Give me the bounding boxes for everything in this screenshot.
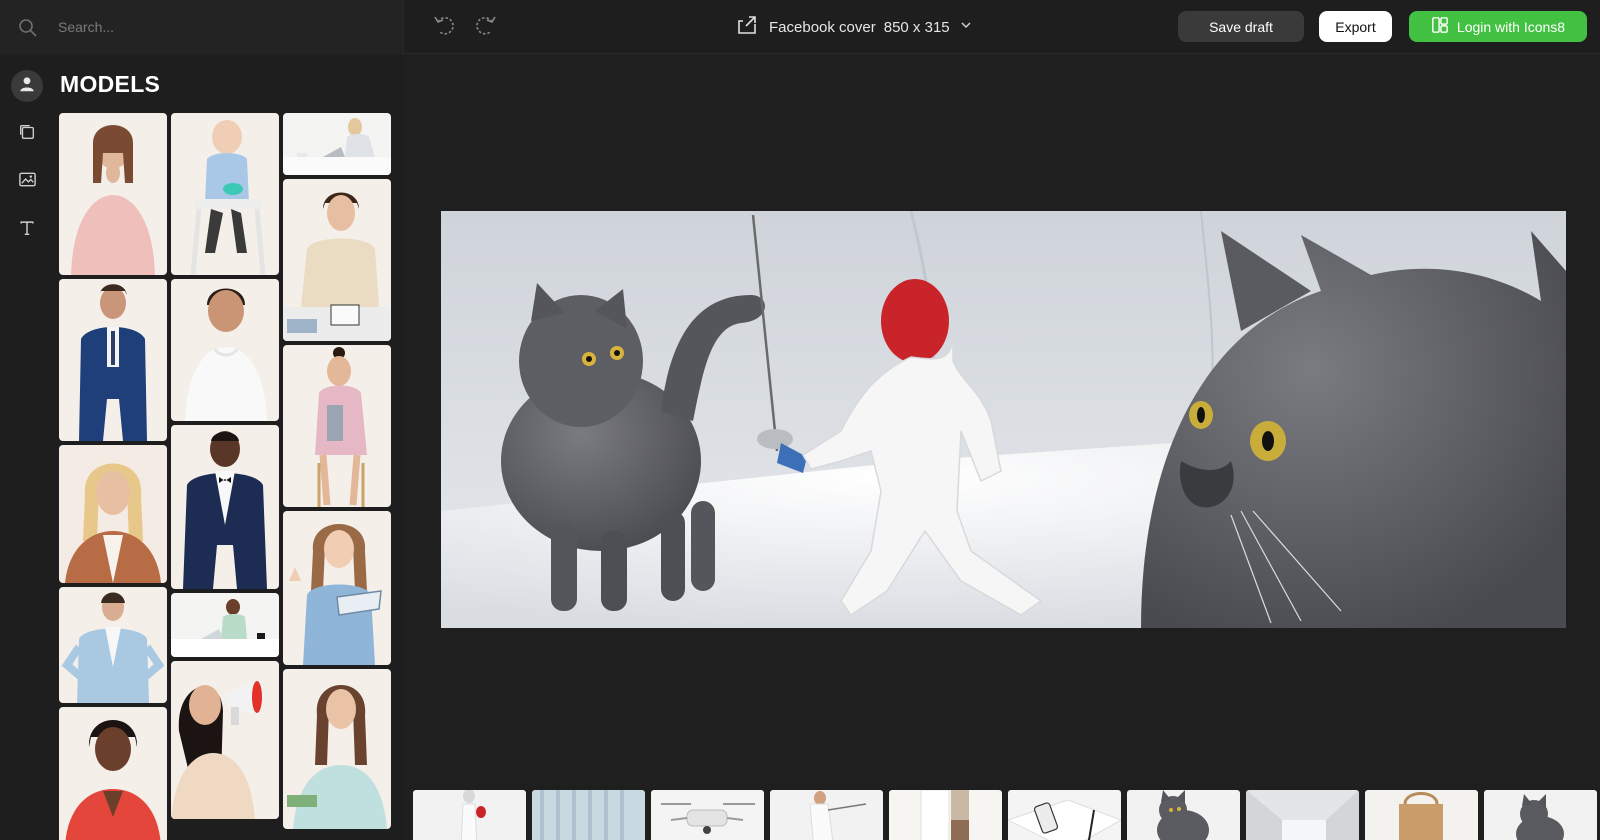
model-tile[interactable] <box>171 279 279 421</box>
save-draft-button[interactable]: Save draft <box>1178 11 1304 42</box>
model-tile[interactable] <box>283 669 391 829</box>
image-icon <box>18 170 37 194</box>
canvas-area <box>405 55 1600 777</box>
model-tile[interactable] <box>171 425 279 589</box>
share-resize-icon <box>735 13 759 42</box>
model-tile[interactable] <box>171 593 279 657</box>
strip-item[interactable] <box>889 790 1002 840</box>
strip-item[interactable] <box>770 790 883 840</box>
search-bar <box>0 0 404 54</box>
search-input[interactable] <box>58 14 378 40</box>
format-name: Facebook cover <box>769 18 876 36</box>
model-tile[interactable] <box>59 707 167 840</box>
rail-item-models[interactable] <box>11 70 43 102</box>
model-tile[interactable] <box>59 587 167 703</box>
model-tile[interactable] <box>283 113 391 175</box>
model-tile[interactable] <box>283 179 391 341</box>
model-tile[interactable] <box>59 113 167 275</box>
redo-button[interactable] <box>472 13 500 41</box>
rail-item-text[interactable] <box>11 214 43 246</box>
rail-item-backgrounds[interactable] <box>11 166 43 198</box>
undo-button[interactable] <box>430 13 458 41</box>
model-tile[interactable] <box>59 279 167 441</box>
layers-icon <box>18 123 36 146</box>
undo-icon <box>432 13 456 42</box>
icons8-logo-icon <box>1431 16 1449 37</box>
strip-item[interactable] <box>1484 790 1597 840</box>
login-label: Login with Icons8 <box>1456 18 1566 35</box>
strip-item[interactable] <box>1365 790 1478 840</box>
model-tile[interactable] <box>283 511 391 665</box>
strip-item[interactable] <box>532 790 645 840</box>
redo-icon <box>474 13 498 42</box>
chevron-down-icon <box>960 18 972 36</box>
text-icon <box>18 219 36 242</box>
strip-item[interactable] <box>1127 790 1240 840</box>
format-size: 850 x 315 <box>883 18 950 36</box>
model-tile[interactable] <box>59 445 167 583</box>
strip-item[interactable] <box>1008 790 1121 840</box>
strip-item[interactable] <box>651 790 764 840</box>
top-toolbar: Facebook cover 850 x 315 Save draft Expo… <box>0 0 1600 54</box>
panel-title: MODELS <box>60 71 161 97</box>
cover-image[interactable] <box>441 211 1566 628</box>
strip-item[interactable] <box>413 790 526 840</box>
format-selector[interactable]: Facebook cover 850 x 315 <box>735 12 972 42</box>
model-tile[interactable] <box>171 113 279 275</box>
search-icon <box>18 18 38 38</box>
left-rail <box>0 55 54 840</box>
backgrounds-strip <box>405 778 1600 840</box>
model-tile[interactable] <box>171 661 279 819</box>
rail-item-layers[interactable] <box>11 118 43 150</box>
model-tile[interactable] <box>283 345 391 507</box>
export-button[interactable]: Export <box>1319 11 1392 42</box>
user-icon <box>18 75 36 98</box>
login-button[interactable]: Login with Icons8 <box>1409 11 1587 42</box>
strip-item[interactable] <box>1246 790 1359 840</box>
models-panel: MODELS <box>54 55 404 840</box>
